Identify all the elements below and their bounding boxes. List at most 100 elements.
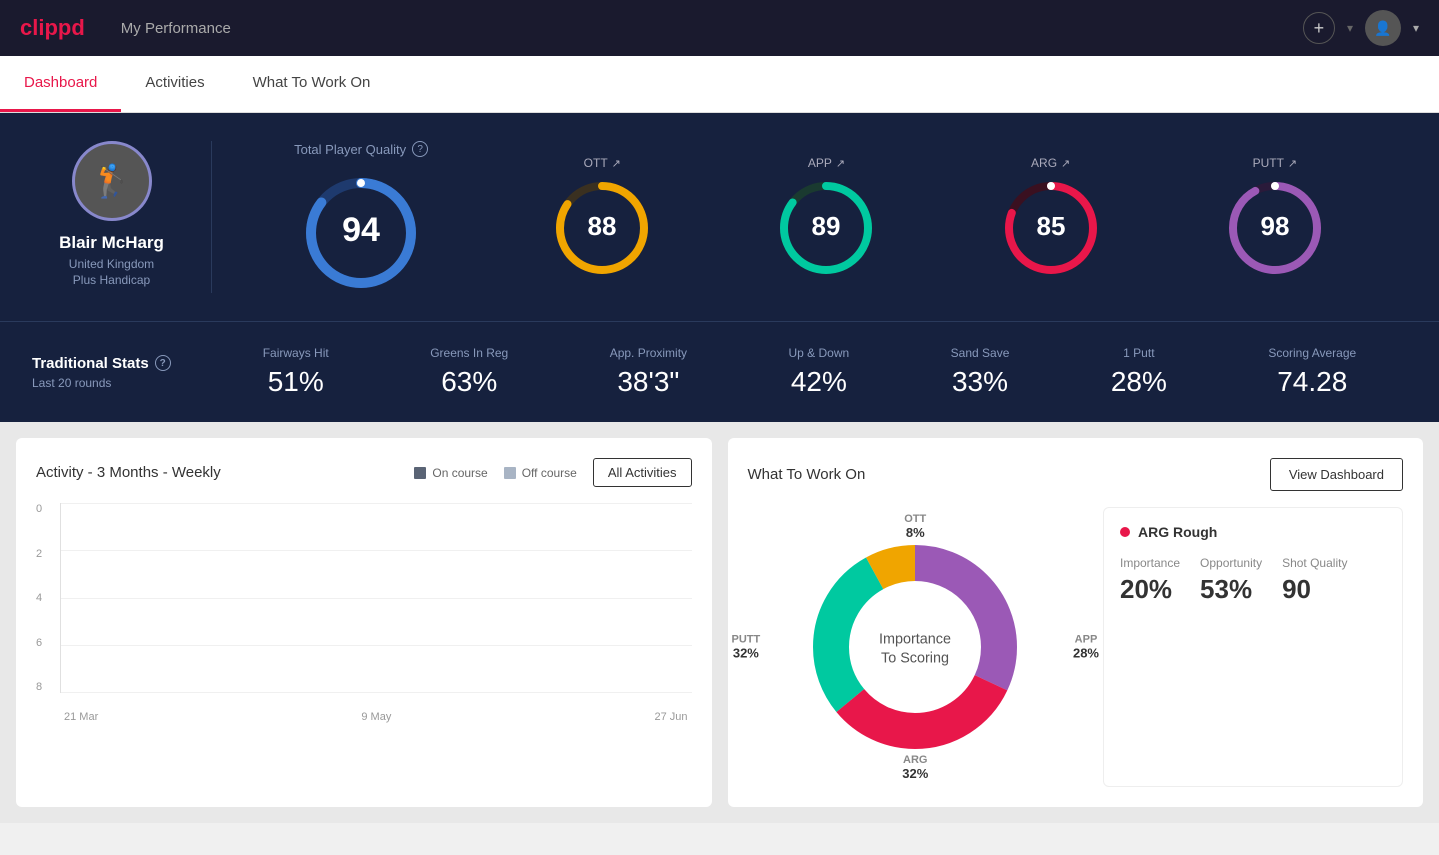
stat-greens-in-reg: Greens In Reg 63% (430, 346, 508, 398)
putt-label: PUTT ↗ (1253, 156, 1298, 170)
chart-legend: On course Off course (414, 466, 577, 480)
wtwo-header: What To Work On View Dashboard (748, 458, 1404, 491)
scores-area: Total Player Quality ? 94 OTT ↗ 88 (212, 141, 1407, 293)
stat-scoring-label: Scoring Average (1268, 346, 1356, 360)
red-dot-icon (1120, 527, 1130, 537)
info-card-title: ARG Rough (1120, 524, 1386, 540)
stat-fairways-hit: Fairways Hit 51% (263, 346, 329, 398)
wtwo-title: What To Work On (748, 466, 866, 483)
arg-arrow: ↗ (1061, 157, 1070, 170)
ott-score: OTT ↗ 88 (552, 156, 652, 278)
stat-app-label: App. Proximity (610, 346, 687, 360)
stat-sand-label: Sand Save (951, 346, 1010, 360)
donut-area: Importance To Scoring OTT 8% APP 28% ARG… (748, 507, 1084, 787)
arg-label: ARG ↗ (1031, 156, 1070, 170)
app-arrow: ↗ (836, 157, 845, 170)
arg-donut-label: ARG 32% (902, 754, 928, 781)
putt-ring: 98 (1225, 178, 1325, 278)
opportunity-metric: Opportunity 53% (1200, 556, 1262, 605)
chart-title: Activity - 3 Months - Weekly (36, 464, 221, 481)
stat-scoring-avg: Scoring Average 74.28 (1268, 346, 1356, 398)
bottom-panels: Activity - 3 Months - Weekly On course O… (0, 422, 1439, 823)
stat-updown-value: 42% (791, 366, 847, 398)
player-info: 🏌️ Blair McHarg United Kingdom Plus Hand… (32, 141, 212, 293)
tab-what-to-work-on[interactable]: What To Work On (229, 56, 395, 112)
logo-text: clippd (20, 15, 85, 41)
svg-text:89: 89 (812, 211, 841, 241)
stat-sand-save: Sand Save 33% (951, 346, 1010, 398)
stat-greens-label: Greens In Reg (430, 346, 508, 360)
stats-label-col: Traditional Stats ? Last 20 rounds (32, 355, 212, 390)
traditional-stats: Traditional Stats ? Last 20 rounds Fairw… (0, 321, 1439, 422)
importance-label: Importance (1120, 556, 1180, 570)
stats-items: Fairways Hit 51% Greens In Reg 63% App. … (212, 346, 1407, 398)
shot-quality-label: Shot Quality (1282, 556, 1347, 570)
stat-1-putt: 1 Putt 28% (1111, 346, 1167, 398)
stat-up-down: Up & Down 42% (789, 346, 850, 398)
stat-fairways-hit-value: 51% (268, 366, 324, 398)
view-dashboard-button[interactable]: View Dashboard (1270, 458, 1403, 491)
shot-quality-value: 90 (1282, 574, 1347, 605)
tab-dashboard[interactable]: Dashboard (0, 56, 121, 112)
chart-area: 8 6 4 2 0 21 Mar 9 May 27 Jun (36, 503, 692, 723)
donut-chart: Importance To Scoring (795, 527, 1035, 767)
all-activities-button[interactable]: All Activities (593, 458, 692, 487)
svg-text:85: 85 (1036, 211, 1065, 241)
importance-value: 20% (1120, 574, 1180, 605)
legend-on-course: On course (414, 466, 487, 480)
svg-text:88: 88 (588, 211, 617, 241)
x-axis: 21 Mar 9 May 27 Jun (60, 711, 692, 723)
app-label: APP ↗ (808, 156, 845, 170)
stat-fairways-hit-label: Fairways Hit (263, 346, 329, 360)
ott-arrow: ↗ (612, 157, 621, 170)
app-ring: 89 (776, 178, 876, 278)
stat-updown-label: Up & Down (789, 346, 850, 360)
logo: clippd (20, 15, 85, 41)
arg-score: ARG ↗ 85 (1001, 156, 1101, 278)
ott-label: OTT ↗ (584, 156, 621, 170)
hero-section: 🏌️ Blair McHarg United Kingdom Plus Hand… (0, 113, 1439, 321)
total-quality-info-icon[interactable]: ? (412, 141, 428, 157)
off-course-dot (504, 467, 516, 479)
svg-text:98: 98 (1260, 211, 1289, 241)
stats-info-icon[interactable]: ? (155, 355, 171, 371)
player-name: Blair McHarg (59, 233, 164, 253)
stat-app-proximity: App. Proximity 38'3" (610, 346, 687, 398)
legend-off-course: Off course (504, 466, 577, 480)
what-to-work-on-panel: What To Work On View Dashboard (728, 438, 1424, 807)
ott-ring: 88 (552, 178, 652, 278)
player-avatar: 🏌️ (72, 141, 152, 221)
total-quality-ring: 94 (301, 173, 421, 293)
opportunity-label: Opportunity (1200, 556, 1262, 570)
chart-panel-header: Activity - 3 Months - Weekly On course O… (36, 458, 692, 487)
on-course-dot (414, 467, 426, 479)
activity-chart-panel: Activity - 3 Months - Weekly On course O… (16, 438, 712, 807)
avatar-icon: 👤 (1374, 20, 1391, 37)
app-donut-label: APP 28% (1073, 634, 1099, 661)
add-chevron: ▾ (1347, 21, 1353, 35)
nav-tabs: Dashboard Activities What To Work On (0, 56, 1439, 113)
putt-donut-label: PUTT 32% (732, 634, 761, 661)
svg-text:Importance: Importance (879, 631, 951, 647)
stats-label: Traditional Stats ? (32, 355, 212, 372)
header-title: My Performance (121, 20, 231, 37)
importance-metric: Importance 20% (1120, 556, 1180, 605)
app-score: APP ↗ 89 (776, 156, 876, 278)
stat-sand-value: 33% (952, 366, 1008, 398)
total-quality: Total Player Quality ? 94 (294, 141, 428, 293)
header-actions: + ▾ 👤 ▾ (1303, 10, 1419, 46)
svg-text:94: 94 (342, 211, 380, 249)
add-button[interactable]: + (1303, 12, 1335, 44)
wtwo-content: Importance To Scoring OTT 8% APP 28% ARG… (748, 507, 1404, 787)
user-avatar-button[interactable]: 👤 (1365, 10, 1401, 46)
avatar-emoji: 🏌️ (92, 162, 132, 200)
stat-scoring-value: 74.28 (1277, 366, 1347, 398)
stat-1putt-label: 1 Putt (1123, 346, 1154, 360)
putt-arrow: ↗ (1288, 157, 1297, 170)
app-header: clippd My Performance + ▾ 👤 ▾ (0, 0, 1439, 56)
stat-app-value: 38'3" (617, 366, 679, 398)
stat-1putt-value: 28% (1111, 366, 1167, 398)
arg-info-card: ARG Rough Importance 20% Opportunity 53%… (1103, 507, 1403, 787)
tab-activities[interactable]: Activities (121, 56, 228, 112)
total-quality-label: Total Player Quality ? (294, 141, 428, 157)
